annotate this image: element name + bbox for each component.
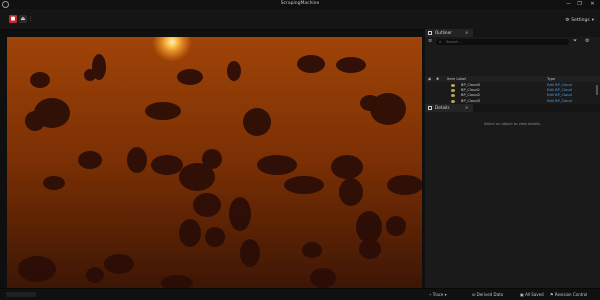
outliner-panel: Outliner ✕ ≡ ⌕ Search... ⏷ ⚙ ◉ ✱ Item La…: [425, 29, 600, 130]
derived-data-button[interactable]: ⛁ Derived Data: [472, 291, 503, 298]
close-icon[interactable]: ✕: [465, 29, 468, 37]
settings-label: Settings: [571, 17, 590, 23]
details-tab-bar: Details ✕: [425, 104, 600, 112]
tab-details[interactable]: Details ✕: [425, 104, 473, 112]
search-placeholder: Search...: [446, 40, 462, 44]
close-icon[interactable]: ✕: [465, 104, 468, 112]
visibility-icon[interactable]: [451, 89, 455, 93]
outliner-search-input[interactable]: ⌕ Search...: [436, 39, 569, 45]
viewport-scene: [7, 37, 422, 288]
visibility-column-icon[interactable]: ◉: [428, 76, 431, 82]
eject-button[interactable]: ⏏: [19, 15, 27, 23]
details-icon: [428, 106, 432, 110]
status-bar: ⌁ Trace ▾ ⛁ Derived Data ▣ All Saved ⚑ R…: [0, 288, 600, 300]
outliner-scrollbar[interactable]: [596, 85, 598, 95]
tab-details-label: Details: [435, 105, 450, 110]
settings-button[interactable]: ⚙ Settings ▾: [565, 16, 594, 24]
level-viewport[interactable]: [7, 37, 422, 288]
stop-button[interactable]: ■: [9, 15, 17, 23]
title-bar: ScrapingMachine — ❐ ✕: [0, 0, 600, 9]
outliner-settings-icon[interactable]: ⚙: [585, 38, 589, 44]
tab-outliner[interactable]: Outliner ✕: [425, 29, 473, 37]
outliner-column-header: ◉ ✱ Item Label Type: [425, 76, 600, 82]
play-options-icon[interactable]: ⋮: [28, 15, 33, 23]
console-input[interactable]: [6, 292, 36, 297]
gear-icon: ⚙: [565, 17, 570, 23]
trace-button[interactable]: ⌁ Trace ▾: [429, 291, 447, 298]
window-title: ScrapingMachine: [280, 1, 320, 6]
derived-data-label: Derived Data: [476, 292, 504, 297]
details-empty-message: Select an object to view details.: [483, 122, 542, 126]
details-panel: Details ✕ Select an object to view detai…: [425, 104, 600, 288]
add-filter-icon[interactable]: ≡: [428, 38, 432, 44]
revision-control-button[interactable]: ⚑ Revision Control: [550, 291, 587, 298]
outliner-tab-bar: Outliner ✕: [425, 29, 600, 37]
revision-control-label: Revision Control: [554, 292, 588, 297]
all-saved-label: All Saved: [525, 292, 544, 297]
visibility-icon[interactable]: [451, 84, 455, 87]
visibility-icon[interactable]: [451, 94, 455, 98]
visibility-icon[interactable]: [451, 99, 455, 103]
trace-label: Trace: [432, 292, 444, 297]
maximize-button[interactable]: ❐: [575, 1, 584, 8]
all-saved-button[interactable]: ▣ All Saved: [520, 291, 544, 298]
column-type[interactable]: Type: [547, 76, 555, 82]
column-item-label[interactable]: Item Label: [447, 76, 466, 82]
outliner-search-row: ≡ ⌕ Search... ⏷ ⚙: [425, 38, 600, 46]
tab-outliner-label: Outliner: [435, 30, 452, 35]
minimize-button[interactable]: —: [564, 1, 573, 8]
search-icon: ⌕: [439, 39, 442, 44]
main-toolbar: ■ ⏏ ⋮ ⚙ Settings ▾: [0, 9, 600, 30]
outliner-icon: [428, 31, 432, 35]
filter-icon[interactable]: ⏷: [573, 38, 577, 44]
lock-column-icon[interactable]: ✱: [436, 76, 439, 82]
chevron-down-icon: ▾: [591, 17, 594, 23]
close-button[interactable]: ✕: [588, 1, 597, 8]
